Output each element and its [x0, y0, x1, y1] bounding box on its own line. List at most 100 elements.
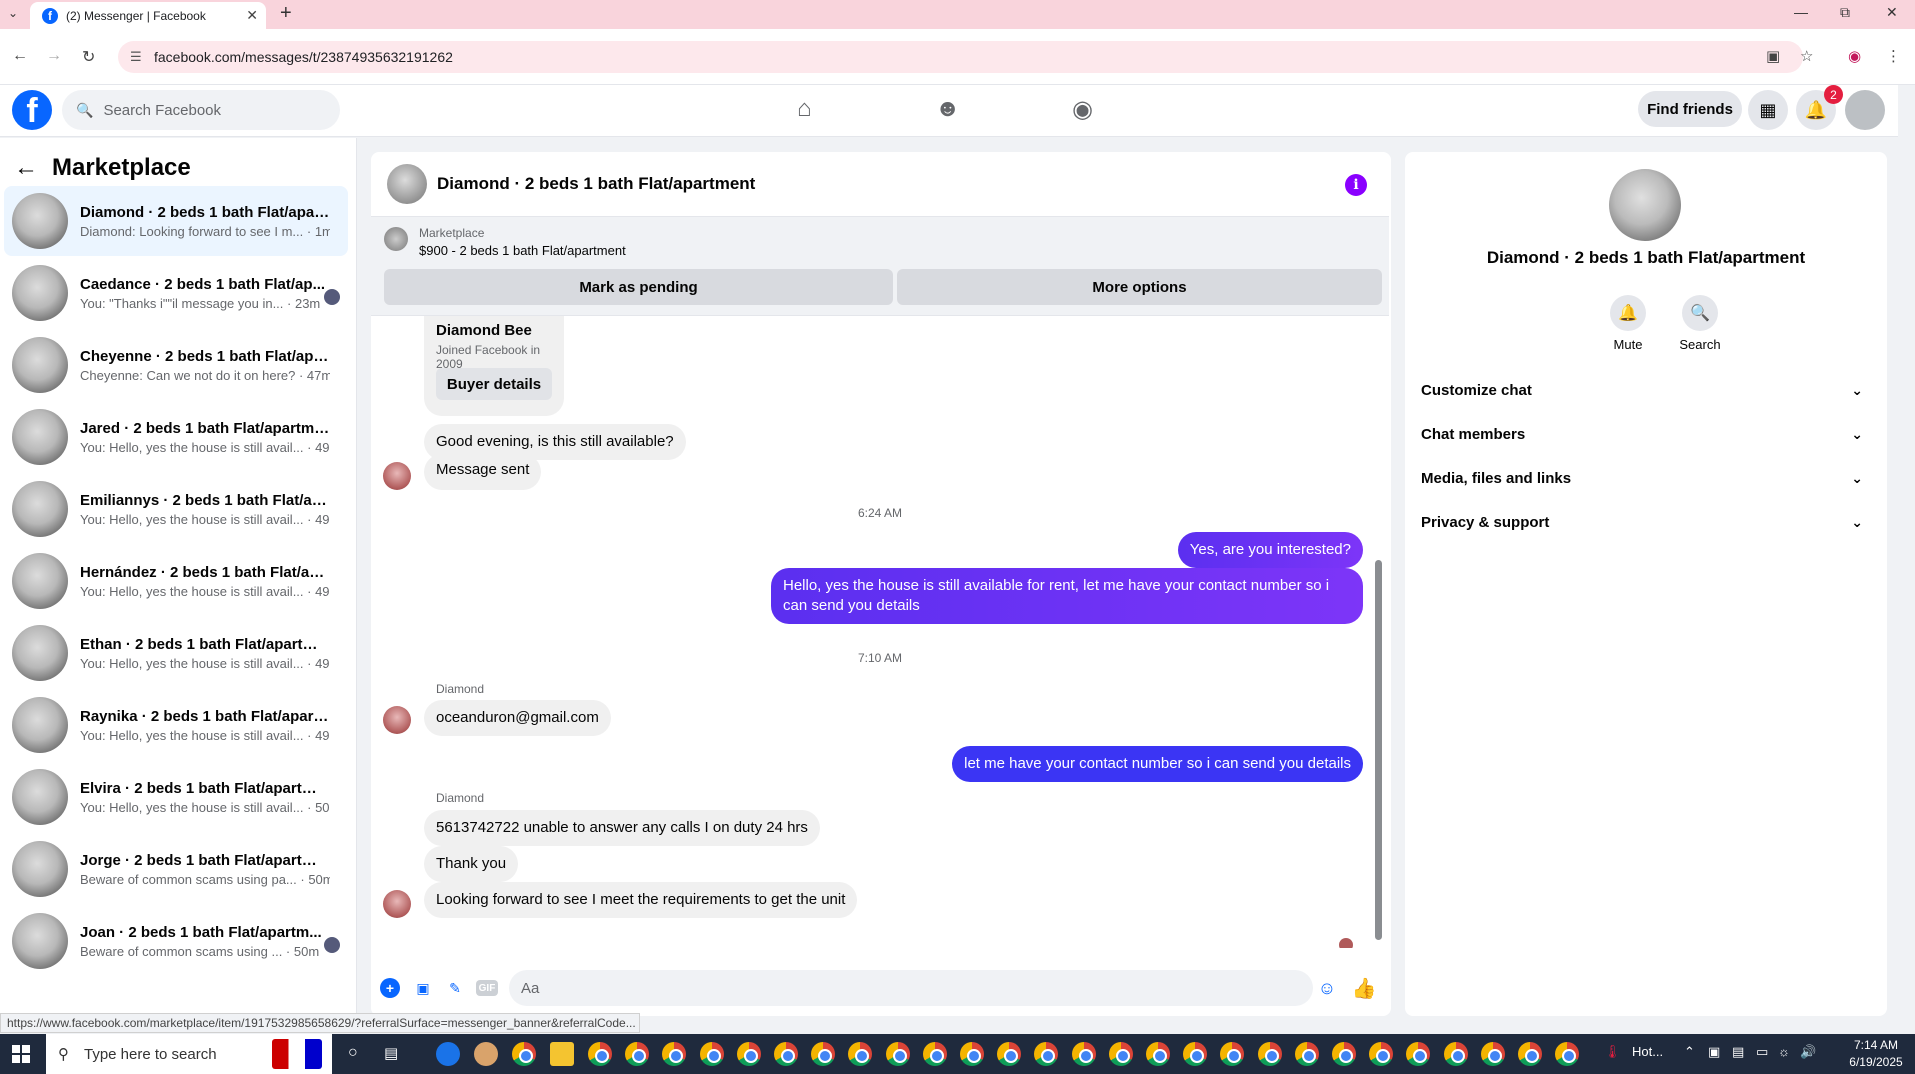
- chrome-window-icon[interactable]: [1183, 1042, 1208, 1066]
- chrome-window-icon[interactable]: [848, 1042, 873, 1066]
- volume-icon[interactable]: 🔊: [1800, 1044, 1816, 1060]
- tray-chevron-icon[interactable]: ⌃: [1684, 1044, 1695, 1060]
- search-chat-button[interactable]: 🔍 Search: [1665, 295, 1735, 352]
- chrome-window-icon[interactable]: [1369, 1042, 1394, 1066]
- chrome-window-icon[interactable]: [1071, 1042, 1096, 1066]
- listing-thumbnail[interactable]: [384, 227, 408, 251]
- chat-title[interactable]: Diamond · 2 beds 1 bath Flat/apartment: [437, 174, 755, 194]
- conversation-item[interactable]: Hernández · 2 beds 1 bath Flat/apa... You…: [4, 546, 348, 616]
- conversation-item[interactable]: Emiliannys · 2 beds 1 bath Flat/apa... Yo…: [4, 474, 348, 544]
- chrome-window-icon[interactable]: [885, 1042, 910, 1066]
- new-tab-icon[interactable]: +: [280, 2, 292, 25]
- task-view-icon[interactable]: ▤: [384, 1044, 398, 1062]
- message-bubble-sent[interactable]: let me have your contact number so i can…: [952, 746, 1363, 782]
- facebook-search-input[interactable]: 🔍 Search Facebook: [62, 90, 340, 130]
- message-input[interactable]: Aa: [509, 970, 1313, 1006]
- conversation-item[interactable]: Raynika · 2 beds 1 bath Flat/apart... You…: [4, 690, 348, 760]
- chrome-window-icon[interactable]: [1443, 1042, 1468, 1066]
- mark-as-pending-button[interactable]: Mark as pending: [384, 269, 893, 305]
- restore-icon[interactable]: ⧉: [1840, 4, 1850, 21]
- url-field[interactable]: ☰ facebook.com/messages/t/23874935632191…: [118, 41, 1803, 73]
- weather-text[interactable]: Hot...: [1632, 1044, 1663, 1059]
- install-app-icon[interactable]: ▣: [1766, 47, 1780, 65]
- conversation-item[interactable]: Joan · 2 beds 1 bath Flat/apartm... Bewar…: [4, 906, 348, 976]
- info-icon[interactable]: i: [1345, 174, 1367, 196]
- more-options-button[interactable]: More options: [897, 269, 1382, 305]
- chrome-window-icon[interactable]: [588, 1042, 612, 1066]
- scrollbar-thumb[interactable]: [1375, 560, 1382, 940]
- windows-start-icon[interactable]: [12, 1045, 30, 1063]
- file-explorer-icon[interactable]: [550, 1042, 574, 1066]
- section-privacy-support[interactable]: Privacy & support ⌄: [1421, 504, 1871, 540]
- message-bubble[interactable]: Message sent: [424, 454, 542, 490]
- bookmark-star-icon[interactable]: ☆: [1800, 47, 1813, 65]
- chrome-window-icon[interactable]: [1406, 1042, 1431, 1066]
- message-bubble-sent[interactable]: Yes, are you interested?: [1177, 532, 1363, 568]
- conversation-item[interactable]: Caedance · 2 beds 1 bath Flat/ap... You: …: [4, 258, 348, 328]
- conversation-item[interactable]: Ethan · 2 beds 1 bath Flat/apartment You:…: [4, 618, 348, 688]
- thread-scrollbar[interactable]: [1374, 320, 1382, 948]
- profile-icon[interactable]: ◉: [1848, 47, 1861, 65]
- wifi-icon[interactable]: ☼: [1778, 1044, 1790, 1059]
- chrome-window-icon[interactable]: [922, 1042, 947, 1066]
- edge-icon[interactable]: [436, 1042, 460, 1066]
- sender-avatar[interactable]: [383, 706, 411, 734]
- chrome-icon[interactable]: [512, 1042, 536, 1066]
- chrome-window-icon[interactable]: [774, 1042, 798, 1066]
- chrome-window-icon[interactable]: [811, 1042, 836, 1066]
- conversation-item[interactable]: Elvira · 2 beds 1 bath Flat/apartment You…: [4, 762, 348, 832]
- contact-avatar[interactable]: [1609, 169, 1681, 241]
- reload-icon[interactable]: ↻: [82, 47, 95, 67]
- message-bubble-sent[interactable]: Hello, yes the house is still available …: [771, 568, 1363, 624]
- chrome-window-icon[interactable]: [1108, 1042, 1133, 1066]
- listing-title[interactable]: $900 - 2 beds 1 bath Flat/apartment: [419, 243, 626, 258]
- back-arrow-icon[interactable]: ←: [14, 154, 38, 182]
- chrome-window-icon[interactable]: [997, 1042, 1022, 1066]
- emoji-icon[interactable]: ☺: [1317, 978, 1337, 998]
- cortana-icon[interactable]: ○: [348, 1044, 358, 1062]
- chrome-window-icon[interactable]: [1480, 1042, 1505, 1066]
- chrome-window-icon[interactable]: [1294, 1042, 1319, 1066]
- sender-avatar[interactable]: [383, 890, 411, 918]
- gif-icon[interactable]: GIF: [476, 980, 498, 996]
- taskbar-clock[interactable]: 7:14 AM 6/19/2025: [1844, 1037, 1908, 1071]
- section-customize-chat[interactable]: Customize chat ⌄: [1421, 372, 1871, 408]
- buyer-details-button[interactable]: Buyer details: [436, 368, 552, 400]
- forward-icon[interactable]: →: [46, 47, 62, 65]
- conversation-item[interactable]: Jared · 2 beds 1 bath Flat/apartment You:…: [4, 402, 348, 472]
- chrome-window-icon[interactable]: [662, 1042, 687, 1066]
- account-avatar[interactable]: [1845, 90, 1885, 130]
- site-info-icon[interactable]: ☰: [130, 49, 142, 65]
- more-actions-plus-icon[interactable]: +: [380, 978, 400, 998]
- section-media-files-links[interactable]: Media, files and links ⌄: [1421, 460, 1871, 496]
- chrome-window-icon[interactable]: [625, 1042, 650, 1066]
- close-window-icon[interactable]: ✕: [1886, 4, 1898, 21]
- chrome-window-icon[interactable]: [1220, 1042, 1245, 1066]
- home-icon[interactable]: ⌂: [797, 95, 812, 123]
- conversation-item[interactable]: Diamond · 2 beds 1 bath Flat/apart... Dia…: [4, 186, 348, 256]
- message-bubble[interactable]: 5613742722 unable to answer any calls I …: [424, 810, 820, 846]
- back-icon[interactable]: ←: [12, 47, 28, 65]
- attach-photo-icon[interactable]: ▣: [413, 978, 433, 998]
- conversation-item[interactable]: Cheyenne · 2 beds 1 bath Flat/apar... Che…: [4, 330, 348, 400]
- network-icon[interactable]: ▤: [1732, 1044, 1744, 1060]
- mute-button[interactable]: 🔔 Mute: [1593, 295, 1663, 352]
- chrome-window-icon[interactable]: [699, 1042, 724, 1066]
- minimize-icon[interactable]: —: [1794, 4, 1808, 20]
- groups-icon[interactable]: ◉: [1072, 95, 1093, 124]
- taskbar-search[interactable]: ⚲ Type here to search: [46, 1034, 332, 1074]
- browser-tab[interactable]: f (2) Messenger | Facebook ✕: [30, 2, 266, 29]
- tab-close-icon[interactable]: ✕: [246, 7, 258, 24]
- display-icon[interactable]: ▭: [1756, 1044, 1768, 1060]
- conversation-item[interactable]: Jorge · 2 beds 1 bath Flat/apartment Bewa…: [4, 834, 348, 904]
- meet-now-icon[interactable]: ▣: [1708, 1044, 1720, 1060]
- chrome-window-icon[interactable]: [1518, 1042, 1542, 1066]
- app-icon[interactable]: [474, 1042, 498, 1066]
- browser-menu-icon[interactable]: ⋮: [1886, 47, 1901, 65]
- friends-icon[interactable]: ☻: [935, 95, 960, 123]
- section-chat-members[interactable]: Chat members ⌄: [1421, 416, 1871, 452]
- sticker-icon[interactable]: ✎: [445, 978, 465, 998]
- message-bubble[interactable]: oceanduron@gmail.com: [424, 700, 611, 736]
- menu-grid-icon[interactable]: ▦: [1748, 90, 1788, 130]
- chrome-window-icon[interactable]: [1257, 1042, 1282, 1066]
